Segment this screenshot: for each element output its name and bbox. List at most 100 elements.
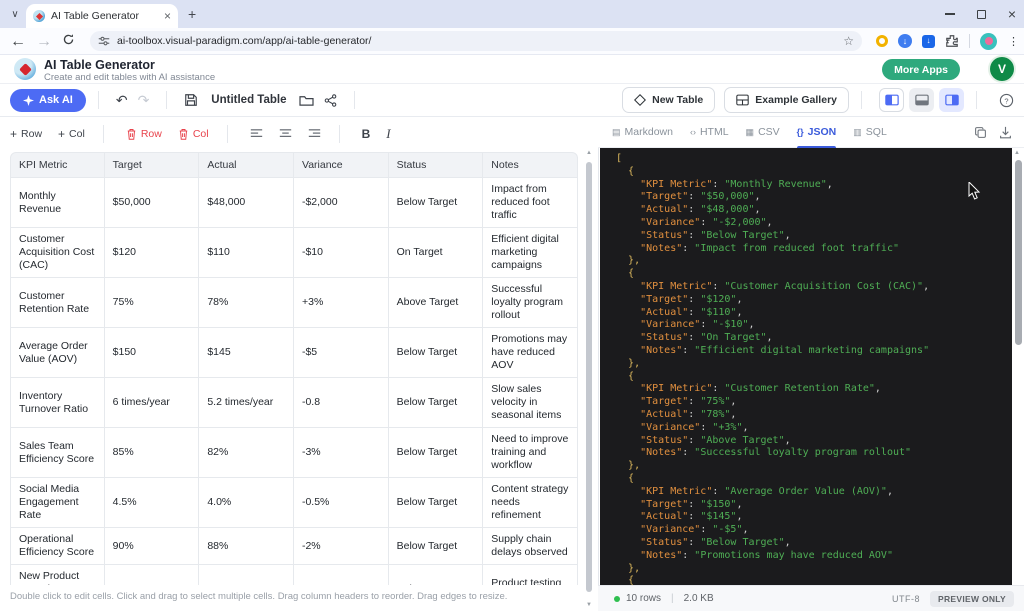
open-folder-icon[interactable] xyxy=(294,94,319,107)
column-header[interactable]: Notes xyxy=(483,152,578,178)
table-cell[interactable]: Content strategy needs refinement xyxy=(483,478,578,528)
table-cell[interactable]: 88% xyxy=(199,528,294,565)
window-close-icon[interactable]: × xyxy=(1008,9,1016,19)
align-center-icon[interactable] xyxy=(273,128,298,139)
table-cell[interactable]: $48,000 xyxy=(199,178,294,228)
table-cell[interactable]: 90% xyxy=(105,528,200,565)
table-cell[interactable]: -$2,000 xyxy=(294,178,389,228)
delete-row-button[interactable]: Row xyxy=(120,128,168,140)
undo-icon[interactable]: ↶ xyxy=(111,92,133,109)
table-cell[interactable]: Efficient digital marketing campaigns xyxy=(483,228,578,278)
export-tab-html[interactable]: ‹›HTML xyxy=(690,117,729,148)
table-cell[interactable]: Below Target xyxy=(389,178,484,228)
browser-tab[interactable]: AI Table Generator × xyxy=(26,4,178,28)
bookmark-star-icon[interactable]: ☆ xyxy=(843,34,854,48)
new-table-button[interactable]: New Table xyxy=(622,87,715,113)
profile-avatar[interactable] xyxy=(980,33,997,50)
table-cell[interactable]: 6 times/year xyxy=(105,378,200,428)
table-cell[interactable]: $120 xyxy=(105,228,200,278)
reload-icon[interactable] xyxy=(62,33,78,49)
table-cell[interactable]: Need to improve training and workflow xyxy=(483,428,578,478)
save-icon[interactable] xyxy=(179,93,203,107)
table-cell[interactable]: Above Target xyxy=(389,278,484,328)
scrollbar-thumb[interactable] xyxy=(1015,160,1022,345)
table-cell[interactable]: 82% xyxy=(199,428,294,478)
table-cell[interactable]: 75% xyxy=(105,278,200,328)
user-avatar[interactable]: V xyxy=(990,57,1014,81)
column-header[interactable]: KPI Metric xyxy=(10,152,105,178)
forward-icon[interactable]: → xyxy=(36,33,52,49)
delete-col-button[interactable]: Col xyxy=(172,128,215,140)
table-cell[interactable]: 5.2 times/year xyxy=(199,378,294,428)
json-code-view[interactable]: [ { "KPI Metric": "Monthly Revenue", "Ta… xyxy=(600,148,1012,585)
table-cell[interactable]: 4.5% xyxy=(105,478,200,528)
column-header[interactable]: Target xyxy=(105,152,200,178)
table-cell[interactable]: $50,000 xyxy=(105,178,200,228)
table-cell[interactable]: Inventory Turnover Ratio xyxy=(10,378,105,428)
url-bar[interactable]: ai-toolbox.visual-paradigm.com/app/ai-ta… xyxy=(90,31,862,51)
table-cell[interactable]: Social Media Engagement Rate xyxy=(10,478,105,528)
example-gallery-button[interactable]: Example Gallery xyxy=(724,87,849,113)
table-editor[interactable]: KPI MetricTargetActualVarianceStatusNote… xyxy=(10,152,578,585)
code-scrollbar[interactable]: ▲ xyxy=(1012,148,1024,585)
scroll-up-icon[interactable]: ▲ xyxy=(1014,150,1020,156)
table-cell[interactable]: Impact from reduced foot traffic xyxy=(483,178,578,228)
bold-button[interactable]: B xyxy=(356,127,377,141)
left-panel-scrollbar[interactable]: ▲ ▼ xyxy=(584,150,594,608)
scroll-up-icon[interactable]: ▲ xyxy=(585,150,593,156)
export-tab-markdown[interactable]: ▤Markdown xyxy=(612,117,673,148)
table-cell[interactable]: -0.8 xyxy=(294,378,389,428)
table-cell[interactable]: Customer Retention Rate xyxy=(10,278,105,328)
table-cell[interactable]: 85% xyxy=(105,428,200,478)
column-header[interactable]: Actual xyxy=(199,152,294,178)
table-cell[interactable]: -5% xyxy=(294,565,389,585)
table-cell[interactable]: On Target xyxy=(389,228,484,278)
new-tab-button[interactable]: + xyxy=(188,7,196,21)
add-row-button[interactable]: +Row xyxy=(4,127,48,141)
align-left-icon[interactable] xyxy=(244,128,269,139)
table-cell[interactable]: -0.5% xyxy=(294,478,389,528)
table-cell[interactable]: 60% xyxy=(105,565,200,585)
table-cell[interactable]: 4.0% xyxy=(199,478,294,528)
tab-search-icon[interactable]: ∨ xyxy=(7,7,23,23)
view-split-right-button[interactable] xyxy=(939,88,964,112)
table-cell[interactable]: Monthly Revenue xyxy=(10,178,105,228)
redo-icon[interactable]: ↷ xyxy=(133,92,155,109)
table-cell[interactable]: 55% xyxy=(199,565,294,585)
table-cell[interactable]: Below Target xyxy=(389,328,484,378)
extension-download-square-icon[interactable]: ↓ xyxy=(922,35,935,48)
help-icon[interactable]: ? xyxy=(999,93,1014,108)
export-tab-csv[interactable]: ▦CSV xyxy=(746,117,780,148)
window-minimize-icon[interactable] xyxy=(945,13,955,15)
table-cell[interactable]: New Product Launch Success Rate xyxy=(10,565,105,585)
table-cell[interactable]: $145 xyxy=(199,328,294,378)
table-cell[interactable]: -3% xyxy=(294,428,389,478)
extension-ring-icon[interactable] xyxy=(876,35,888,47)
view-split-left-button[interactable] xyxy=(879,88,904,112)
export-tab-json[interactable]: {}JSON xyxy=(797,117,837,148)
scroll-down-icon[interactable]: ▼ xyxy=(585,602,593,608)
table-cell[interactable]: -$5 xyxy=(294,328,389,378)
table-cell[interactable]: Average Order Value (AOV) xyxy=(10,328,105,378)
download-icon[interactable] xyxy=(999,126,1012,139)
view-split-bottom-button[interactable] xyxy=(909,88,934,112)
table-cell[interactable]: Sales Team Efficiency Score xyxy=(10,428,105,478)
extension-download-circle-icon[interactable]: ↓ xyxy=(898,34,912,48)
browser-menu-icon[interactable]: ⋮ xyxy=(1008,35,1019,48)
table-cell[interactable]: Operational Efficiency Score xyxy=(10,528,105,565)
table-cell[interactable]: Promotions may have reduced AOV xyxy=(483,328,578,378)
table-cell[interactable]: Below Target xyxy=(389,428,484,478)
align-right-icon[interactable] xyxy=(302,128,327,139)
back-icon[interactable]: ← xyxy=(10,33,26,49)
tab-close-icon[interactable]: × xyxy=(164,11,171,21)
extensions-puzzle-icon[interactable] xyxy=(945,34,959,48)
document-title[interactable]: Untitled Table xyxy=(211,94,286,106)
export-tab-sql[interactable]: ▥SQL xyxy=(853,117,887,148)
table-cell[interactable]: Supply chain delays observed xyxy=(483,528,578,565)
table-cell[interactable]: +3% xyxy=(294,278,389,328)
table-cell[interactable]: Slow sales velocity in seasonal items xyxy=(483,378,578,428)
table-cell[interactable]: Successful loyalty program rollout xyxy=(483,278,578,328)
site-settings-icon[interactable] xyxy=(98,35,110,47)
copy-icon[interactable] xyxy=(974,126,987,139)
scrollbar-thumb[interactable] xyxy=(586,162,592,592)
